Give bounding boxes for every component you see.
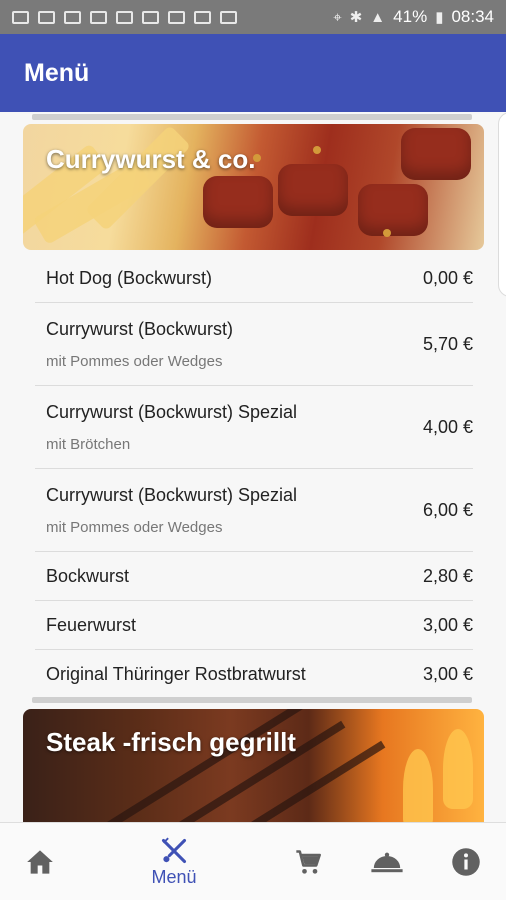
flame-shape [403, 749, 433, 822]
menu-item-texts: Feuerwurst [46, 615, 423, 636]
menu-item-texts: Currywurst (Bockwurst) Spezial mit Pomme… [46, 485, 423, 536]
bottom-navigation: Menü [0, 822, 506, 900]
email-notification-icon [142, 10, 159, 24]
menu-item-name: Hot Dog (Bockwurst) [46, 267, 213, 288]
office-notification-icon [168, 10, 185, 24]
menu-item-price: 0,00 € [422, 267, 473, 288]
menu-item-texts: Bockwurst [46, 566, 423, 587]
menu-item-texts: Hot Dog (Bockwurst) [46, 268, 423, 289]
app-bar: Menü [0, 34, 506, 112]
sausage-shape [358, 184, 428, 236]
menu-item-price: 2,80 € [422, 565, 473, 586]
section-divider [32, 697, 472, 703]
menu-item-texts: Currywurst (Bockwurst) mit Pommes oder W… [46, 319, 423, 370]
menu-item-texts: Currywurst (Bockwurst) Spezial mit Brötc… [46, 402, 423, 453]
menu-item-list: Hot Dog (Bockwurst) 0,00 € Currywurst (B… [35, 254, 473, 699]
message-notification-icon [38, 10, 55, 24]
menu-item[interactable]: Hot Dog (Bockwurst) 0,00 € [35, 254, 473, 303]
status-bar: ⌖ ✱ ▲ 41% ▮ 08:34 [0, 0, 506, 34]
section-banner-currywurst[interactable]: Currywurst & co. [23, 124, 484, 250]
menu-item-price: 4,00 € [422, 416, 473, 437]
menu-item[interactable]: Currywurst (Bockwurst) Spezial mit Brötc… [35, 386, 473, 469]
battery-icon: ▮ [435, 9, 444, 26]
nav-menu-button[interactable]: Menü [134, 823, 214, 900]
side-card-edge [498, 112, 506, 297]
podcast-notification-icon [194, 10, 211, 24]
battery-percentage: 41% [393, 7, 428, 26]
menu-item-price: 3,00 € [422, 664, 473, 684]
sausage-shape [278, 164, 348, 216]
section-title: Steak -frisch gegrillt [46, 727, 296, 757]
chat-notification-icon [12, 10, 29, 24]
menu-item[interactable]: Feuerwurst 3,00 € [35, 601, 473, 650]
signal-icon: ▲ [370, 8, 386, 26]
menu-item-name: Currywurst (Bockwurst) [46, 318, 234, 339]
nav-cart-button[interactable] [268, 823, 348, 900]
menu-item-name: Original Thüringer Rostbratwurst [46, 664, 306, 684]
cutlery-icon [161, 837, 187, 863]
nav-info-button[interactable] [426, 823, 506, 900]
section-title: Currywurst & co. [46, 144, 256, 174]
cloche-icon [371, 852, 403, 873]
sausage-shape [401, 128, 471, 180]
gallery-notification-icon [116, 10, 133, 24]
spice-dot [313, 146, 321, 154]
menu-item-price: 5,70 € [422, 333, 473, 354]
menu-item-name: Feuerwurst [46, 614, 137, 635]
location-icon: ⌖ [333, 8, 342, 26]
menu-content[interactable]: Currywurst & co. Hot Dog (Bockwurst) 0,0… [0, 112, 506, 822]
bluetooth-icon: ✱ [349, 9, 363, 26]
menu-item-texts: Original Thüringer Rostbratwurst [46, 664, 423, 685]
menu-item-name: Currywurst (Bockwurst) Spezial [46, 484, 298, 505]
menu-item-name: Bockwurst [46, 565, 130, 586]
news-notification-icon [64, 10, 81, 24]
flame-shape [443, 729, 473, 809]
page-title: Menü [24, 58, 90, 87]
spice-dot [383, 229, 391, 237]
menu-item[interactable]: Bockwurst 2,80 € [35, 552, 473, 601]
nav-menu-label: Menü [151, 866, 197, 887]
menu-item-description: mit Pommes oder Wedges [46, 518, 223, 536]
section-banner-steak[interactable]: Steak -frisch gegrillt [23, 709, 484, 822]
menu-item-description: mit Pommes oder Wedges [46, 352, 223, 370]
cart-icon [296, 850, 321, 874]
menu-item-price: 6,00 € [422, 499, 473, 520]
menu-item-name: Currywurst (Bockwurst) Spezial [46, 401, 298, 422]
activity-notification-icon [90, 10, 107, 24]
nav-orders-button[interactable] [347, 823, 427, 900]
notification-icons [12, 10, 237, 24]
home-icon [27, 850, 53, 874]
menu-item-description: mit Brötchen [46, 435, 131, 453]
menu-item[interactable]: Currywurst (Bockwurst) mit Pommes oder W… [35, 303, 473, 386]
menu-item[interactable]: Currywurst (Bockwurst) Spezial mit Pomme… [35, 469, 473, 552]
sausage-shape [203, 176, 273, 228]
newspaper-notification-icon [220, 10, 237, 24]
info-icon [452, 848, 480, 876]
section-divider [32, 114, 472, 120]
clock: 08:34 [451, 7, 494, 26]
nav-home-button[interactable] [0, 823, 80, 900]
menu-item-price: 3,00 € [422, 614, 473, 635]
system-status: ⌖ ✱ ▲ 41% ▮ 08:34 [333, 7, 494, 27]
menu-item[interactable]: Original Thüringer Rostbratwurst 3,00 € [35, 650, 473, 699]
